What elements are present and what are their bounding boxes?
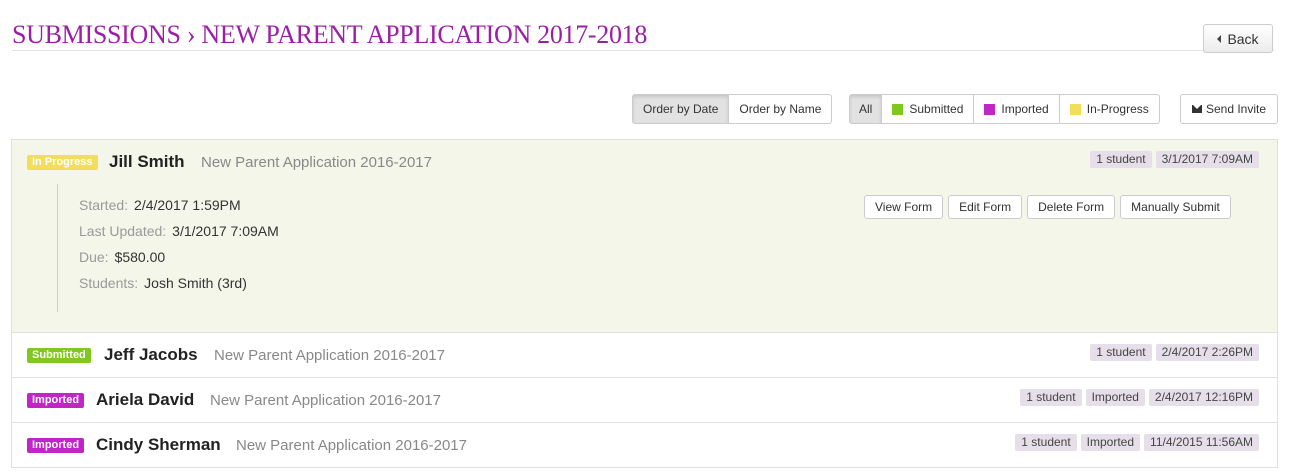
submission-row[interactable]: Imported Ariela David New Parent Applica… (11, 378, 1278, 423)
submission-row[interactable]: Imported Cindy Sherman New Parent Applic… (11, 423, 1278, 468)
envelope-icon (1191, 105, 1202, 113)
order-by-date-button[interactable]: Order by Date (632, 94, 730, 124)
submission-list: In Progress Jill Smith New Parent Applic… (11, 139, 1278, 468)
delete-form-button[interactable]: Delete Form (1027, 195, 1116, 219)
filter-in-progress-button[interactable]: In-Progress (1059, 94, 1160, 124)
due-label: Due: (79, 249, 109, 265)
page-title: SUBMISSIONS › NEW PARENT APPLICATION 201… (12, 20, 648, 49)
started-line: Started: 2/4/2017 1:59PM (79, 197, 241, 213)
imported-swatch-icon (984, 103, 996, 115)
students-line: Students: Josh Smith (3rd) (79, 275, 247, 291)
filter-all-button[interactable]: All (849, 94, 883, 124)
row-tags: 1 student 2/4/2017 2:26PM (1090, 344, 1259, 361)
caret-left-icon (1217, 34, 1222, 43)
submission-row[interactable]: In Progress Jill Smith New Parent Applic… (11, 139, 1278, 333)
manually-submit-button[interactable]: Manually Submit (1120, 195, 1231, 219)
status-badge: In Progress (27, 155, 98, 170)
status-badge: Imported (27, 438, 85, 453)
started-value: 2/4/2017 1:59PM (134, 197, 241, 213)
filter-imported-button[interactable]: Imported (974, 94, 1060, 124)
imported-tag: Imported (1085, 389, 1145, 406)
send-invite-label: Send Invite (1205, 102, 1267, 116)
application-name: New Parent Application 2016-2017 (214, 347, 445, 364)
row-tags: 1 student Imported 2/4/2017 12:16PM (1020, 389, 1259, 406)
students-label: Students: (79, 275, 139, 291)
date-tag: 2/4/2017 2:26PM (1155, 344, 1259, 361)
title-divider (12, 50, 1274, 51)
filter-submitted-button[interactable]: Submitted (882, 94, 975, 124)
imported-tag: Imported (1080, 434, 1141, 451)
status-badge: Submitted (27, 348, 91, 363)
student-count-tag: 1 student (1090, 344, 1152, 361)
in-progress-swatch-icon (1069, 103, 1081, 115)
row-tags: 1 student 3/1/2017 7:09AM (1090, 151, 1259, 168)
status-filter-group: All Submitted Imported In-Progress (849, 94, 1160, 124)
submitted-swatch-icon (892, 103, 904, 115)
application-name: New Parent Application 2016-2017 (236, 437, 467, 454)
date-tag: 3/1/2017 7:09AM (1155, 151, 1259, 168)
status-badge: Imported (27, 393, 85, 408)
application-name: New Parent Application 2016-2017 (201, 154, 432, 171)
submission-row[interactable]: Submitted Jeff Jacobs New Parent Applica… (11, 333, 1278, 378)
back-button-label: Back (1227, 30, 1259, 47)
edit-form-button[interactable]: Edit Form (948, 195, 1023, 219)
submission-details: Started: 2/4/2017 1:59PM Last Updated: 3/1… (57, 184, 279, 312)
student-count-tag: 1 student (1020, 389, 1082, 406)
application-name: New Parent Application 2016-2017 (210, 392, 441, 409)
form-actions: View Form Edit Form Delete Form Manually… (864, 195, 1231, 219)
filter-in-progress-label: In-Progress (1086, 102, 1149, 116)
view-form-button[interactable]: View Form (864, 195, 944, 219)
filter-submitted-label: Submitted (909, 102, 964, 116)
last-updated-value: 3/1/2017 7:09AM (172, 223, 279, 239)
student-count-tag: 1 student (1090, 151, 1152, 168)
submitter-name[interactable]: Ariela David (96, 390, 194, 410)
row-tags: 1 student Imported 11/4/2015 11:56AM (1015, 434, 1259, 451)
back-button[interactable]: Back (1203, 24, 1273, 53)
submitter-name[interactable]: Jeff Jacobs (104, 345, 198, 365)
send-invite-button[interactable]: Send Invite (1180, 94, 1278, 124)
last-updated-label: Last Updated: (79, 223, 167, 239)
due-line: Due: $580.00 (79, 249, 165, 265)
order-toggle-group: Order by Date Order by Name (632, 94, 833, 124)
student-count-tag: 1 student (1015, 434, 1077, 451)
order-by-name-button[interactable]: Order by Name (729, 94, 833, 124)
last-updated-line: Last Updated: 3/1/2017 7:09AM (79, 223, 279, 239)
submitter-name[interactable]: Jill Smith (109, 152, 185, 172)
filter-imported-label: Imported (1001, 102, 1049, 116)
due-value: $580.00 (114, 249, 166, 265)
date-tag: 11/4/2015 11:56AM (1144, 434, 1259, 451)
date-tag: 2/4/2017 12:16PM (1148, 389, 1259, 406)
submitter-name[interactable]: Cindy Sherman (96, 435, 221, 455)
students-value: Josh Smith (3rd) (144, 275, 247, 291)
started-label: Started: (79, 197, 129, 213)
